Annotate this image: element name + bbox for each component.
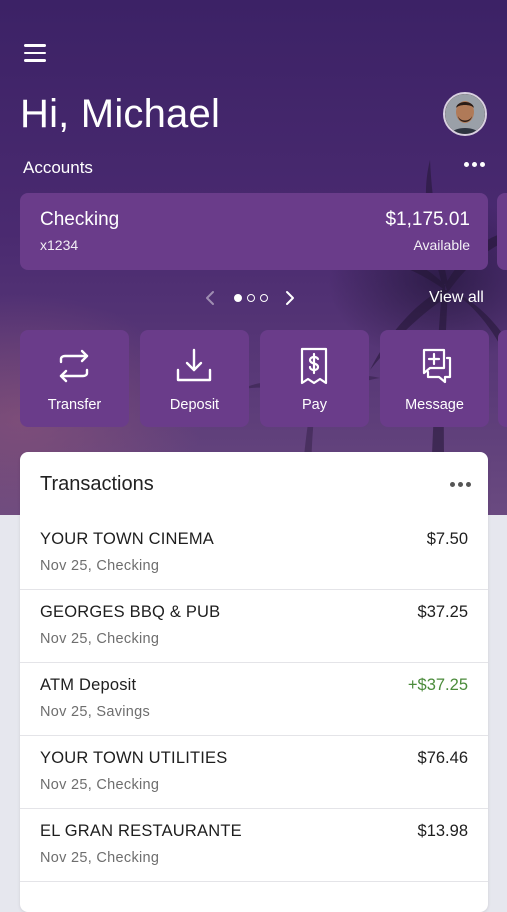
transaction-amount: +$37.25: [407, 676, 468, 694]
transaction-amount: $37.25: [417, 603, 468, 621]
transaction-detail: Nov 25, Checking: [40, 850, 160, 866]
account-card-next-peek[interactable]: [497, 193, 507, 270]
transaction-detail: Nov 25, Checking: [40, 558, 160, 574]
transaction-row[interactable]: YOUR TOWN CINEMA Nov 25, Checking $7.50: [20, 517, 488, 590]
page-indicator: [234, 294, 268, 302]
greeting-title: Hi, Michael: [20, 92, 221, 136]
deposit-button[interactable]: Deposit: [140, 330, 249, 427]
transaction-amount: $13.98: [417, 822, 468, 840]
transaction-name: YOUR TOWN UTILITIES: [40, 749, 228, 767]
account-number: x1234: [40, 237, 79, 253]
accounts-label: Accounts: [23, 158, 93, 177]
avatar[interactable]: [443, 92, 487, 136]
transactions-title: Transactions: [40, 473, 154, 495]
transactions-more-icon[interactable]: [450, 482, 471, 487]
deposit-label: Deposit: [169, 397, 220, 413]
pay-button[interactable]: Pay: [260, 330, 369, 427]
chevron-right-icon[interactable]: [282, 290, 296, 306]
pay-label: Pay: [302, 397, 327, 413]
account-pager: [204, 289, 296, 307]
action-next-peek[interactable]: [498, 330, 507, 427]
view-all-link[interactable]: View all: [429, 289, 484, 307]
transaction-row[interactable]: YOUR TOWN UTILITIES Nov 25, Checking $76…: [20, 736, 488, 809]
transaction-name: GEORGES BBQ & PUB: [40, 603, 221, 621]
transaction-amount: $76.46: [417, 749, 468, 767]
transaction-detail: Nov 25, Checking: [40, 777, 160, 793]
transaction-detail: Nov 25, Savings: [40, 704, 151, 720]
account-balance: $1,175.01: [385, 209, 470, 230]
transaction-row[interactable]: EL GRAN RESTAURANTE Nov 25, Checking $13…: [20, 809, 488, 882]
page-dot-active: [234, 294, 242, 302]
transaction-name: EL GRAN RESTAURANTE: [40, 822, 242, 840]
transactions-card: Transactions YOUR TOWN CINEMA Nov 25, Ch…: [20, 452, 488, 912]
account-balance-label: Available: [413, 237, 470, 253]
transfer-button[interactable]: Transfer: [20, 330, 129, 427]
transaction-name: ATM Deposit: [40, 676, 137, 694]
transaction-row[interactable]: GEORGES BBQ & PUB Nov 25, Checking $37.2…: [20, 590, 488, 663]
page-dot: [247, 294, 255, 302]
transaction-amount: $7.50: [426, 530, 468, 548]
account-name: Checking: [40, 209, 120, 230]
profile-photo-icon: [445, 94, 485, 134]
message-button[interactable]: Message: [380, 330, 489, 427]
account-card-checking[interactable]: Checking x1234 $1,175.01 Available: [20, 193, 488, 270]
transaction-name: YOUR TOWN CINEMA: [40, 530, 215, 548]
transaction-detail: Nov 25, Checking: [40, 631, 160, 647]
deposit-icon: [176, 348, 212, 382]
transfer-icon: [59, 349, 89, 383]
page-dot: [260, 294, 268, 302]
message-label: Message: [405, 397, 464, 413]
chevron-left-icon[interactable]: [204, 290, 218, 306]
message-icon: [422, 348, 452, 384]
pay-icon: [300, 347, 328, 385]
transaction-row[interactable]: ATM Deposit Nov 25, Savings +$37.25: [20, 663, 488, 736]
accounts-more-icon[interactable]: [464, 162, 486, 170]
transfer-label: Transfer: [47, 397, 102, 413]
menu-icon[interactable]: [24, 44, 46, 64]
